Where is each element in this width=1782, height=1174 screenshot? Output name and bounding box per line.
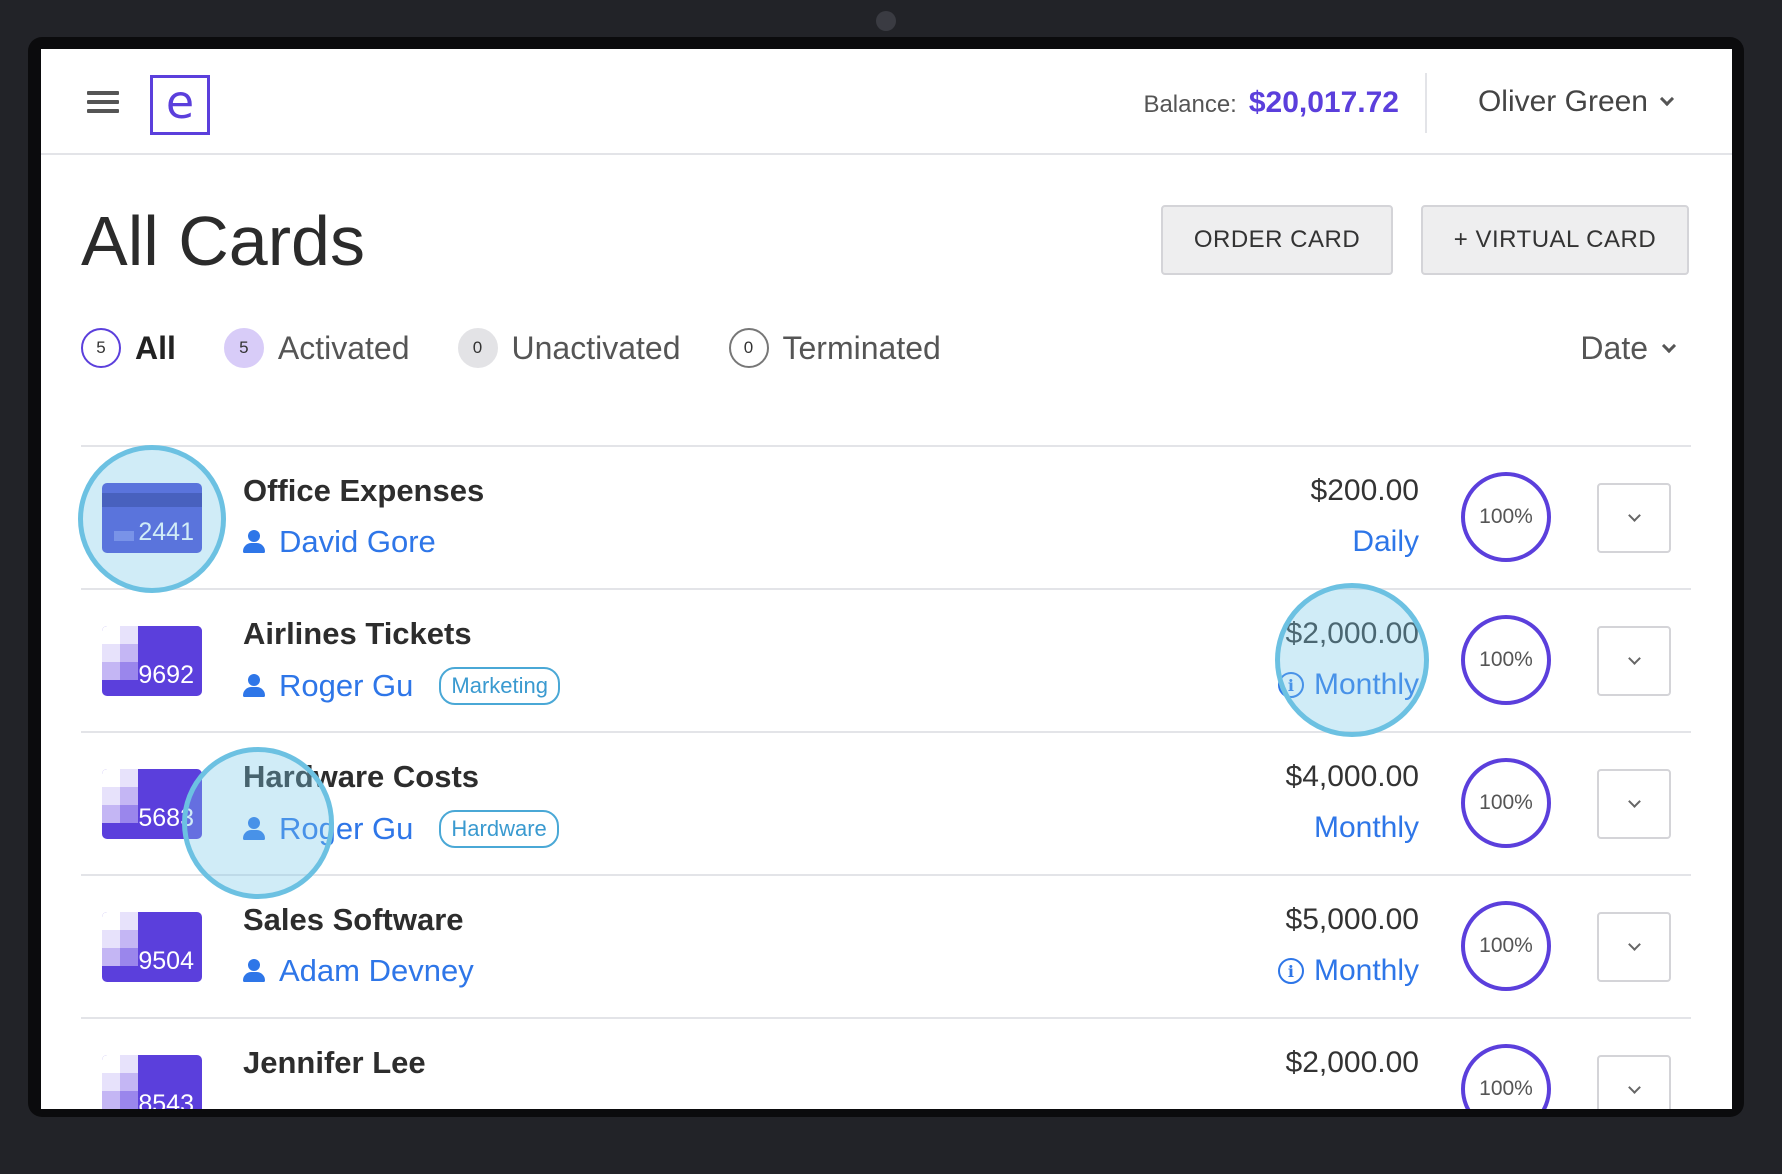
user-link[interactable]: Roger Gu [279,811,413,847]
person-icon [243,674,265,698]
card-row[interactable]: 9504 Sales Software Adam Devney $5,000.0… [81,874,1691,1017]
user-name: Oliver Green [1477,85,1648,118]
virtual-card-button[interactable]: + VIRTUAL CARD [1421,205,1689,275]
person-icon [243,959,265,983]
card-name: Airlines Tickets [243,616,472,651]
balance-value: $20,017.72 [1248,86,1399,119]
card-limit: $2,000.00 [1285,1046,1419,1079]
sort-dropdown[interactable]: Date [1580,330,1677,367]
period-label: Monthly [1313,668,1419,701]
limit-period[interactable]: Monthly [1314,811,1419,845]
chevron-down-icon [1627,937,1641,951]
expand-button[interactable] [1597,769,1671,839]
card-name: Office Expenses [243,473,485,508]
card-number: 5683 [138,804,194,832]
card-user: Roger Gu Marketing [243,667,560,705]
card-icon: 9504 [102,912,202,982]
limit-period[interactable]: i Monthly [1277,668,1419,702]
expand-button[interactable] [1597,626,1671,696]
user-link[interactable]: Roger Gu [279,668,413,704]
top-header: e Balance: $20,017.72 Oliver Green [41,49,1732,155]
filter-tabs: 5 All 5 Activated 0 Unactivated 0 Termin… [81,328,989,368]
card-row[interactable]: 8543 Jennifer Lee $2,000.00 100% [81,1017,1691,1109]
card-limit: $5,000.00 [1285,903,1419,936]
card-icon: 8543 [102,1055,202,1109]
tab-count: 0 [728,328,769,368]
hamburger-icon[interactable] [87,91,119,115]
camera-dot [876,11,896,31]
card-number: 8543 [138,1090,194,1109]
card-user: David Gore [243,524,436,560]
person-icon [243,530,265,554]
card-list: 2441 Office Expenses David Gore $200.00 … [81,445,1691,1109]
card-user: Roger Gu Hardware [243,810,559,848]
chevron-down-icon [1659,91,1675,107]
usage-indicator: 100% [1461,901,1551,991]
tab-count: 5 [81,328,121,368]
period-label: Monthly [1313,954,1419,987]
logo-letter: e [165,75,195,129]
expand-button[interactable] [1597,1055,1671,1109]
card-icon: 5683 [102,769,202,839]
balance: Balance: $20,017.72 [1143,86,1399,120]
header-divider [1425,73,1427,133]
card-name: Sales Software [243,902,464,937]
tab-count: 0 [457,328,498,368]
tab-count: 5 [223,328,264,368]
card-row[interactable]: 5683 Hardware Costs Roger Gu Hardware $4… [81,731,1691,874]
card-row[interactable]: 9692 Airlines Tickets Roger Gu Marketing… [81,588,1691,731]
card-number: 2441 [138,518,194,546]
app-logo[interactable]: e [150,75,210,135]
chevron-down-icon [1627,794,1641,808]
tab-label: Unactivated [511,329,681,366]
tab-label: Terminated [782,329,941,366]
chevron-down-icon [1627,508,1641,522]
limit-period[interactable]: i Monthly [1277,954,1419,988]
info-icon[interactable]: i [1277,958,1304,984]
sort-label: Date [1580,330,1648,366]
card-limit: $2,000.00 [1285,617,1419,650]
chevron-down-icon [1627,651,1641,665]
usage-indicator: 100% [1461,615,1551,705]
usage-indicator: 100% [1461,758,1551,848]
card-user: Adam Devney [243,953,474,989]
expand-button[interactable] [1597,483,1671,553]
tab-label: Activated [277,329,410,366]
tab-unactivated[interactable]: 0 Unactivated [457,328,681,368]
app-screen: e Balance: $20,017.72 Oliver Green All C… [41,49,1732,1109]
user-link[interactable]: David Gore [279,524,436,560]
chevron-down-icon [1627,1080,1641,1094]
tab-label: All [135,329,176,366]
card-icon: 9692 [102,626,202,696]
card-number: 9504 [138,947,194,975]
card-row[interactable]: 2441 Office Expenses David Gore $200.00 … [81,445,1691,588]
expand-button[interactable] [1597,912,1671,982]
user-link[interactable]: Adam Devney [279,953,474,989]
usage-indicator: 100% [1461,1044,1551,1109]
tab-all[interactable]: 5 All [81,328,176,368]
period-label: Monthly [1313,811,1419,844]
order-card-button[interactable]: ORDER CARD [1161,205,1393,275]
card-limit: $200.00 [1310,474,1419,507]
limit-period[interactable]: Daily [1352,525,1419,559]
card-icon: 2441 [102,483,202,553]
card-number: 9692 [138,661,194,689]
user-menu[interactable]: Oliver Green [1477,85,1675,119]
usage-indicator: 100% [1461,472,1551,562]
card-limit: $4,000.00 [1285,760,1419,793]
tab-activated[interactable]: 5 Activated [223,328,410,368]
person-icon [243,817,265,841]
tab-terminated[interactable]: 0 Terminated [728,328,941,368]
info-icon[interactable]: i [1277,672,1304,698]
card-tag[interactable]: Marketing [439,667,560,705]
chevron-down-icon [1661,338,1677,353]
card-name: Jennifer Lee [243,1045,426,1080]
card-name: Hardware Costs [243,759,480,794]
period-label: Daily [1352,525,1419,558]
card-tag[interactable]: Hardware [439,810,559,848]
balance-label: Balance: [1143,91,1237,118]
page-title: All Cards [81,202,365,280]
